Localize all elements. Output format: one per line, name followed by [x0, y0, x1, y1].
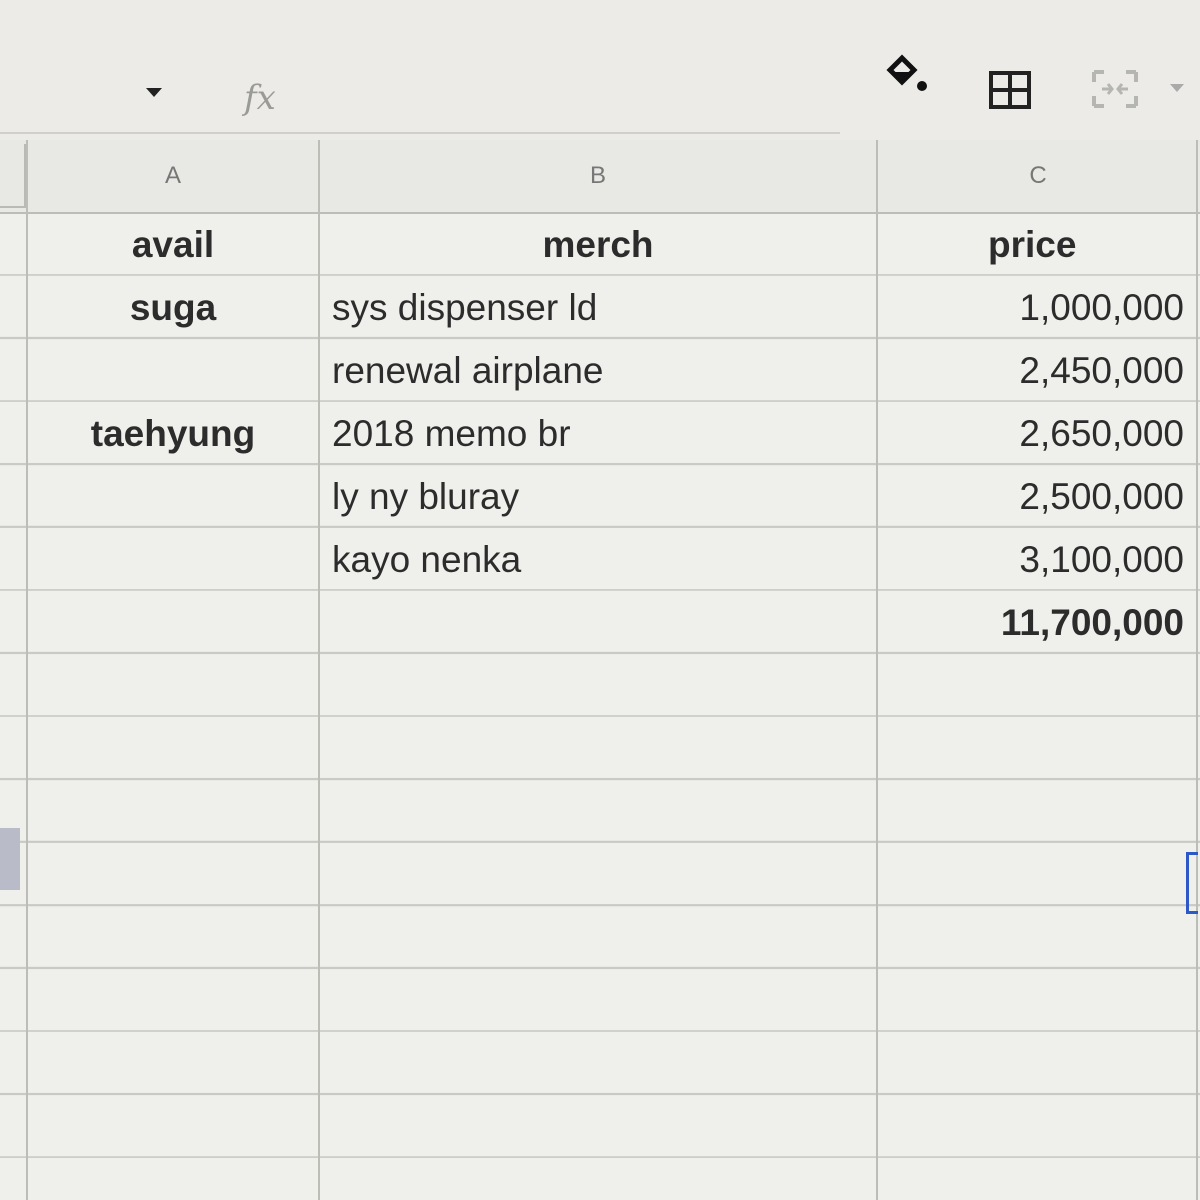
cell-b5[interactable]: ly ny bluray [332, 466, 872, 528]
column-header-bar: A B C [0, 140, 1200, 214]
cell-b1[interactable]: merch [320, 214, 876, 276]
fx-icon: fx [244, 78, 276, 118]
cell-b3[interactable]: renewal airplane [332, 340, 872, 402]
cell-b6[interactable]: kayo nenka [332, 529, 872, 591]
formula-bar-divider [0, 132, 840, 134]
cell-b2[interactable]: sys dispenser ld [332, 277, 872, 339]
cell-a1[interactable]: avail [28, 214, 318, 276]
cell-a3[interactable] [28, 340, 318, 402]
column-divider-c-d [1196, 140, 1198, 1200]
select-all-corner[interactable] [0, 144, 26, 208]
cell-c6[interactable]: 3,100,000 [880, 529, 1184, 591]
selected-cell-border[interactable] [1186, 852, 1198, 914]
borders-icon[interactable] [988, 70, 1032, 110]
cell-c2[interactable]: 1,000,000 [880, 277, 1184, 339]
cell-c1[interactable]: price [988, 214, 1188, 276]
column-divider-b-c [876, 140, 878, 1200]
paint-format-icon[interactable] [884, 52, 934, 96]
column-header-b[interactable]: B [320, 140, 876, 212]
merge-cells-icon[interactable] [1090, 68, 1140, 110]
cell-a5[interactable] [28, 466, 318, 528]
column-divider-a-b [318, 140, 320, 1200]
dropdown-arrow-icon[interactable] [146, 88, 162, 97]
cell-c3[interactable]: 2,450,000 [880, 340, 1184, 402]
column-header-a[interactable]: A [28, 140, 318, 212]
row-header-highlight[interactable] [0, 828, 20, 890]
cell-a4[interactable]: taehyung [28, 403, 318, 465]
merge-dropdown-caret-icon[interactable] [1170, 84, 1184, 92]
cell-c4[interactable]: 2,650,000 [880, 403, 1184, 465]
spreadsheet-grid[interactable]: A B C avail merch price suga sys dispens… [0, 140, 1200, 1200]
toolbar: fx [0, 0, 1200, 140]
cell-c7-total[interactable]: 11,700,000 [880, 592, 1184, 654]
cell-b4[interactable]: 2018 memo br [332, 403, 872, 465]
cell-c5[interactable]: 2,500,000 [880, 466, 1184, 528]
cell-a2[interactable]: suga [28, 277, 318, 339]
column-header-c[interactable]: C [880, 140, 1196, 212]
cell-a6[interactable] [28, 529, 318, 591]
